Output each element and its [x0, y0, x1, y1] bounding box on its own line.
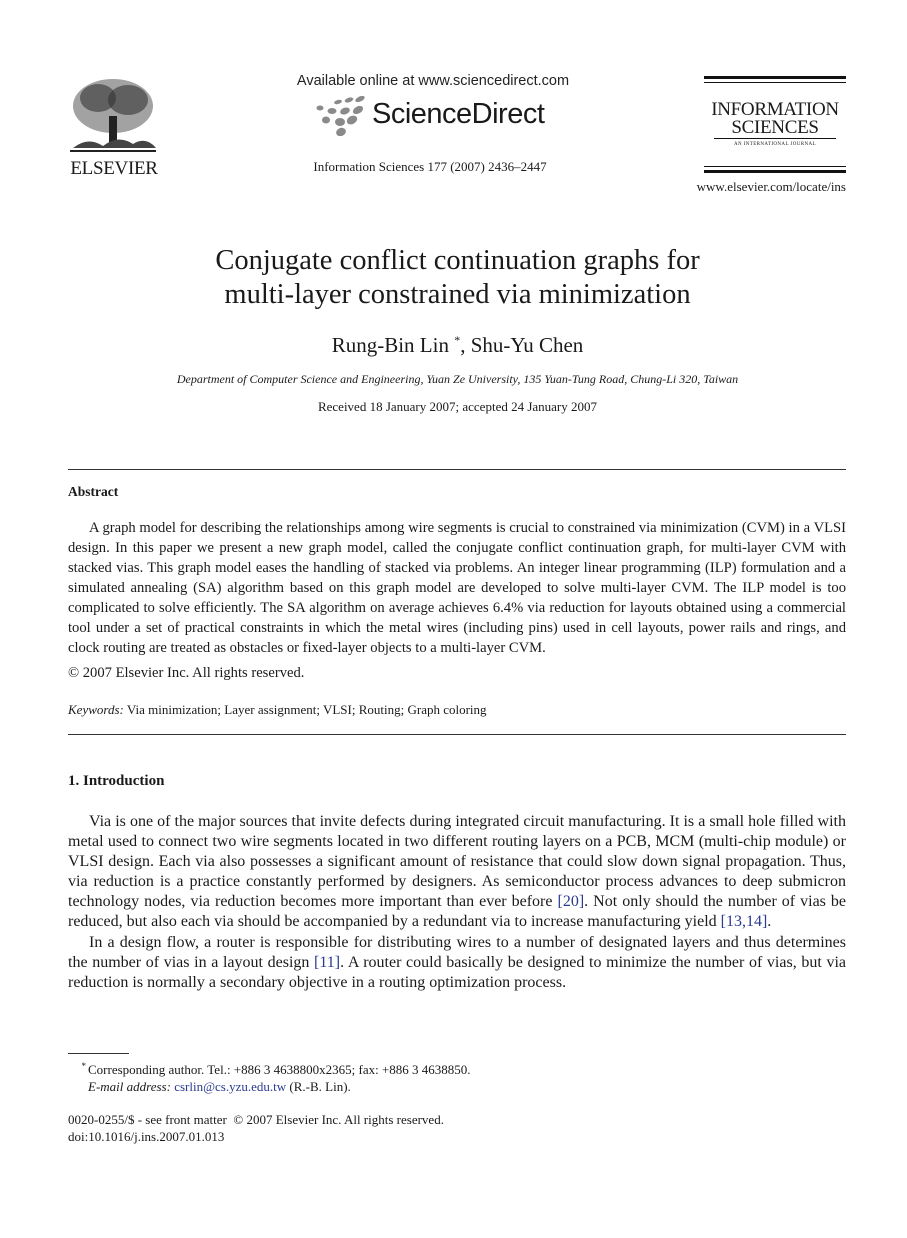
journal-citation: Information Sciences 177 (2007) 2436–244… — [313, 159, 547, 174]
corresponding-author-note: * Corresponding author. Tel.: +886 3 4638… — [68, 1058, 768, 1079]
logo-top-rule — [704, 76, 846, 79]
author-separator: , — [460, 333, 471, 357]
paper-title-line1: Conjugate conflict continuation graphs f… — [215, 245, 700, 276]
affiliation: Department of Computer Science and Engin… — [176, 372, 739, 386]
elsevier-tree-icon — [70, 79, 156, 152]
section-heading: 1. Introduction — [68, 773, 165, 789]
received-dates: Received 18 January 2007; accepted 24 Ja… — [317, 399, 598, 414]
corresponding-author-text: Corresponding author. Tel.: +886 3 46388… — [88, 1062, 471, 1077]
footnote-rule — [68, 1053, 129, 1054]
journal-url[interactable]: www.elsevier.com/locate/ins — [660, 179, 846, 195]
citation-link[interactable]: [13,14] — [721, 913, 768, 930]
footnote-mark: * — [81, 1061, 87, 1071]
divider — [68, 734, 846, 735]
available-online-text[interactable]: Available online at www.sciencedirect.co… — [288, 73, 578, 89]
keywords-list: Via minimization; Layer assignment; VLSI… — [126, 702, 487, 717]
sciencedirect-wordmark: ScienceDirect — [372, 98, 545, 130]
paragraph: In a design flow, a router is responsibl… — [68, 933, 846, 993]
logo-bottom-rule — [704, 170, 846, 173]
front-matter: 0020-0255/$ - see front matter © 2007 El… — [68, 1112, 444, 1145]
email-suffix: (R.-B. Lin). — [286, 1078, 351, 1094]
email-link[interactable]: csrlin@cs.yzu.edu.tw — [174, 1079, 286, 1094]
elsevier-logo: ELSEVIER — [68, 76, 160, 179]
copyright-notice: © 2007 Elsevier Inc. All rights reserved… — [68, 665, 305, 681]
introduction-text: Via is one of the major sources that inv… — [68, 812, 846, 993]
citation-link[interactable]: [11] — [314, 954, 340, 971]
sciencedirect-logo[interactable]: ScienceDirect — [314, 96, 554, 138]
email-label: E-mail address: — [88, 1078, 171, 1094]
paper-title: Conjugate conflict continuation graphs f… — [60, 244, 855, 312]
logo-top-rule-thin — [704, 82, 846, 83]
footnote: * Corresponding author. Tel.: +886 3 4638… — [68, 1058, 768, 1095]
elsevier-wordmark: ELSEVIER — [70, 158, 158, 179]
logo-title-line2: SCIENCES — [731, 117, 819, 138]
paper-title-line2: multi-layer constrained via minimization — [224, 279, 691, 310]
abstract-text: A graph model for describing the relatio… — [68, 518, 846, 658]
front-matter-text: 0020-0255/$ - see front matter © 2007 El… — [68, 1112, 444, 1127]
abstract-heading: Abstract — [68, 484, 119, 499]
author-list: Rung-Bin Lin *, Shu-Yu Chen — [60, 333, 855, 358]
information-sciences-logo: INFORMATION SCIENCES AN INTERNATIONAL JO… — [704, 76, 846, 176]
author-name: Shu-Yu Chen — [470, 333, 584, 357]
sciencedirect-dots-icon — [316, 96, 365, 136]
keywords: Keywords: Via minimization; Layer assign… — [68, 702, 487, 718]
paragraph-text: . — [767, 913, 772, 931]
email-note: E-mail address: csrlin@cs.yzu.edu.tw (R.… — [68, 1079, 768, 1096]
citation-link[interactable]: [20] — [558, 893, 585, 910]
paragraph: Via is one of the major sources that inv… — [68, 812, 846, 933]
logo-bottom-rule-thin — [704, 166, 846, 167]
doi-text[interactable]: doi:10.1016/j.ins.2007.01.013 — [68, 1129, 444, 1146]
abstract-paragraph: A graph model for describing the relatio… — [68, 520, 846, 656]
keywords-label: Keywords: — [68, 702, 124, 717]
logo-subtitle: AN INTERNATIONAL JOURNAL — [714, 138, 836, 147]
divider — [68, 469, 846, 470]
author-name: Rung-Bin Lin — [331, 333, 449, 357]
